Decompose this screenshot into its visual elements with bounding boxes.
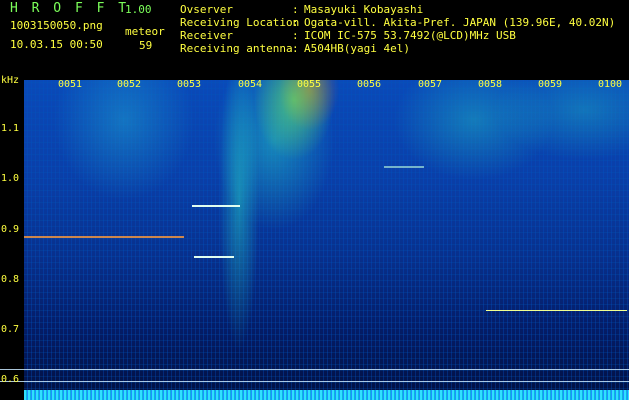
y-tick-label: 1.0 bbox=[1, 173, 20, 184]
app-version: 1.00 bbox=[125, 3, 152, 16]
spectrogram bbox=[24, 80, 629, 400]
meteor-trace bbox=[24, 236, 184, 238]
meteor-label: meteor bbox=[125, 25, 165, 38]
y-tick-label: 0.6 bbox=[1, 374, 20, 385]
location-label: Receiving Location bbox=[180, 16, 300, 29]
observer-label: Ovserver bbox=[180, 3, 233, 16]
time-tick-label: 0057 bbox=[418, 79, 443, 90]
antenna-label: Receiving antenna bbox=[180, 42, 293, 55]
time-tick-label: 0100 bbox=[598, 79, 623, 90]
time-tick-label: 0058 bbox=[478, 79, 503, 90]
meteor-trace bbox=[194, 256, 234, 258]
reference-line bbox=[0, 381, 629, 382]
observer-sep: : bbox=[292, 3, 299, 16]
antenna-sep: : bbox=[292, 42, 299, 55]
carrier-line bbox=[486, 310, 627, 311]
receiver-value: ICOM IC-575 53.7492(@LCD)MHz USB bbox=[304, 29, 516, 42]
antenna-value: A504HB(yagi 4el) bbox=[304, 42, 410, 55]
y-tick-label: 0.7 bbox=[1, 324, 20, 335]
time-tick-label: 0051 bbox=[58, 79, 83, 90]
date-time: 10.03.15 00:50 bbox=[10, 38, 103, 51]
receiver-label: Receiver bbox=[180, 29, 233, 42]
meteor-trace bbox=[192, 205, 240, 207]
location-sep: : bbox=[292, 16, 299, 29]
y-tick-label: 0.9 bbox=[1, 224, 20, 235]
time-tick-label: 0059 bbox=[538, 79, 563, 90]
y-unit-label: kHz bbox=[1, 75, 20, 86]
y-tick-label: 1.1 bbox=[1, 123, 20, 134]
noise-floor bbox=[24, 390, 629, 400]
observer-value: Masayuki Kobayashi bbox=[304, 3, 424, 16]
receiver-sep: : bbox=[292, 29, 299, 42]
reference-line bbox=[0, 369, 629, 370]
time-tick-label: 0052 bbox=[117, 79, 142, 90]
y-tick-label: 0.8 bbox=[1, 274, 20, 285]
file-name: 1003150050.png bbox=[10, 19, 103, 32]
time-tick-label: 0053 bbox=[177, 79, 202, 90]
meteor-trace bbox=[384, 166, 424, 168]
time-tick-label: 0055 bbox=[297, 79, 322, 90]
signal-hotspots bbox=[24, 80, 629, 400]
app-brand: H R O F F T bbox=[10, 1, 130, 16]
time-tick-label: 0054 bbox=[238, 79, 263, 90]
time-tick-label: 0056 bbox=[357, 79, 382, 90]
meteor-count: 59 bbox=[139, 39, 153, 52]
location-value: Ogata-vill. Akita-Pref. JAPAN (139.96E, … bbox=[304, 16, 616, 29]
